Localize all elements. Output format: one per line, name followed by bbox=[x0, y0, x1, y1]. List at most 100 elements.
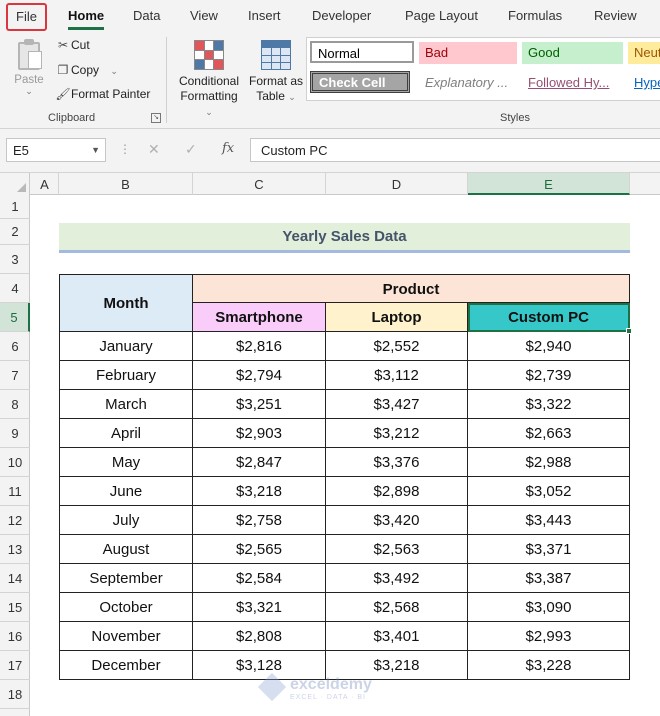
sales-value-cell[interactable]: $3,112 bbox=[326, 361, 468, 390]
style-explanatory[interactable]: Explanatory ... bbox=[419, 72, 517, 94]
style-bad[interactable]: Bad bbox=[419, 42, 517, 64]
sales-value-cell[interactable]: $2,565 bbox=[193, 535, 326, 564]
column-header-e[interactable]: E bbox=[468, 173, 630, 195]
sales-value-cell[interactable]: $2,584 bbox=[193, 564, 326, 593]
tab-file[interactable]: File bbox=[6, 3, 47, 31]
style-hyperlink[interactable]: Hype bbox=[628, 72, 660, 94]
row-header-3[interactable]: 3 bbox=[0, 245, 30, 274]
style-good[interactable]: Good bbox=[522, 42, 623, 64]
more-options-icon[interactable]: ⋮ bbox=[119, 142, 131, 156]
column-header-b[interactable]: B bbox=[59, 173, 193, 195]
copy-button[interactable]: ❐ Copy ⌄ bbox=[55, 63, 118, 77]
sales-value-cell[interactable]: $3,251 bbox=[193, 390, 326, 419]
select-all-button[interactable] bbox=[0, 173, 30, 195]
row-header-13[interactable]: 13 bbox=[0, 535, 30, 564]
row-header-5[interactable]: 5 bbox=[0, 303, 30, 332]
style-neutral[interactable]: Neut bbox=[628, 42, 660, 64]
sales-value-cell[interactable]: $2,552 bbox=[326, 332, 468, 361]
conditional-formatting-button[interactable]: Conditional Formatting ⌄ bbox=[176, 40, 242, 120]
product-column-header[interactable]: Smartphone bbox=[193, 303, 326, 332]
tab-home[interactable]: Home bbox=[68, 8, 105, 30]
row-header-18[interactable]: 18 bbox=[0, 680, 30, 709]
row-header-4[interactable]: 4 bbox=[0, 274, 30, 303]
chevron-down-icon[interactable]: ⌄ bbox=[110, 66, 118, 76]
row-header-16[interactable]: 16 bbox=[0, 622, 30, 651]
sales-value-cell[interactable]: $3,492 bbox=[326, 564, 468, 593]
month-cell[interactable]: November bbox=[59, 622, 193, 651]
month-cell[interactable]: April bbox=[59, 419, 193, 448]
row-header-7[interactable]: 7 bbox=[0, 361, 30, 390]
month-cell[interactable]: August bbox=[59, 535, 193, 564]
sales-value-cell[interactable]: $2,758 bbox=[193, 506, 326, 535]
sales-value-cell[interactable]: $3,420 bbox=[326, 506, 468, 535]
tab-review[interactable]: Review bbox=[594, 8, 637, 23]
sales-value-cell[interactable]: $3,212 bbox=[326, 419, 468, 448]
tab-data[interactable]: Data bbox=[133, 8, 160, 23]
product-header[interactable]: Product bbox=[193, 274, 630, 303]
row-header-12[interactable]: 12 bbox=[0, 506, 30, 535]
month-cell[interactable]: September bbox=[59, 564, 193, 593]
selected-cell-e5[interactable]: Custom PC bbox=[468, 303, 630, 332]
month-cell[interactable]: October bbox=[59, 593, 193, 622]
month-cell[interactable]: July bbox=[59, 506, 193, 535]
column-header-d[interactable]: D bbox=[326, 173, 468, 195]
month-header[interactable]: Month bbox=[59, 274, 193, 332]
dropdown-arrow-icon[interactable]: ▼ bbox=[91, 145, 100, 155]
column-header-c[interactable]: C bbox=[193, 173, 326, 195]
month-cell[interactable]: May bbox=[59, 448, 193, 477]
sales-value-cell[interactable]: $2,816 bbox=[193, 332, 326, 361]
sales-value-cell[interactable]: $2,568 bbox=[326, 593, 468, 622]
sales-value-cell[interactable]: $3,427 bbox=[326, 390, 468, 419]
sales-value-cell[interactable]: $3,228 bbox=[468, 651, 630, 680]
tab-insert[interactable]: Insert bbox=[248, 8, 281, 23]
row-header-1[interactable]: 1 bbox=[0, 195, 30, 219]
sales-value-cell[interactable]: $2,563 bbox=[326, 535, 468, 564]
sales-value-cell[interactable]: $2,847 bbox=[193, 448, 326, 477]
row-header-11[interactable]: 11 bbox=[0, 477, 30, 506]
row-header-8[interactable]: 8 bbox=[0, 390, 30, 419]
month-cell[interactable]: January bbox=[59, 332, 193, 361]
sales-value-cell[interactable]: $2,903 bbox=[193, 419, 326, 448]
style-followed-hyperlink[interactable]: Followed Hy... bbox=[522, 72, 623, 94]
row-header-9[interactable]: 9 bbox=[0, 419, 30, 448]
month-cell[interactable]: December bbox=[59, 651, 193, 680]
sales-value-cell[interactable]: $3,443 bbox=[468, 506, 630, 535]
dialog-launcher-icon[interactable]: ↘ bbox=[151, 113, 161, 123]
month-cell[interactable]: June bbox=[59, 477, 193, 506]
month-cell[interactable]: February bbox=[59, 361, 193, 390]
cancel-icon[interactable]: ✕ bbox=[148, 141, 160, 158]
sales-value-cell[interactable]: $3,052 bbox=[468, 477, 630, 506]
format-painter-button[interactable]: 🖌Format Painter bbox=[55, 87, 150, 101]
column-header-a[interactable]: A bbox=[31, 173, 59, 195]
sales-value-cell[interactable]: $2,808 bbox=[193, 622, 326, 651]
sales-value-cell[interactable]: $2,940 bbox=[468, 332, 630, 361]
name-box[interactable]: E5 ▼ bbox=[6, 138, 106, 162]
style-check-cell[interactable]: Check Cell bbox=[310, 71, 410, 93]
sales-value-cell[interactable]: $2,739 bbox=[468, 361, 630, 390]
row-header-17[interactable]: 17 bbox=[0, 651, 30, 680]
row-header-14[interactable]: 14 bbox=[0, 564, 30, 593]
sales-value-cell[interactable]: $2,794 bbox=[193, 361, 326, 390]
sales-value-cell[interactable]: $3,371 bbox=[468, 535, 630, 564]
enter-check-icon[interactable]: ✓ bbox=[185, 141, 197, 158]
row-header-15[interactable]: 15 bbox=[0, 593, 30, 622]
tab-formulas[interactable]: Formulas bbox=[508, 8, 562, 23]
sales-value-cell[interactable]: $3,401 bbox=[326, 622, 468, 651]
sales-value-cell[interactable]: $3,321 bbox=[193, 593, 326, 622]
style-normal[interactable]: Normal bbox=[310, 41, 414, 63]
sales-value-cell[interactable]: $3,387 bbox=[468, 564, 630, 593]
sales-value-cell[interactable]: $3,218 bbox=[193, 477, 326, 506]
sales-value-cell[interactable]: $2,898 bbox=[326, 477, 468, 506]
tab-view[interactable]: View bbox=[190, 8, 218, 23]
tab-developer[interactable]: Developer bbox=[312, 8, 371, 23]
cut-button[interactable]: ✂ Cut bbox=[55, 38, 90, 52]
insert-function-icon[interactable]: fx bbox=[222, 141, 234, 156]
sales-value-cell[interactable]: $2,988 bbox=[468, 448, 630, 477]
tab-page-layout[interactable]: Page Layout bbox=[405, 8, 478, 23]
product-column-header[interactable]: Laptop bbox=[326, 303, 468, 332]
fill-handle[interactable] bbox=[626, 328, 632, 334]
paste-button[interactable]: Paste ⌄ bbox=[10, 39, 48, 97]
row-header-6[interactable]: 6 bbox=[0, 332, 30, 361]
row-header-10[interactable]: 10 bbox=[0, 448, 30, 477]
format-as-table-button[interactable]: Format as Table ⌄ bbox=[247, 40, 305, 105]
